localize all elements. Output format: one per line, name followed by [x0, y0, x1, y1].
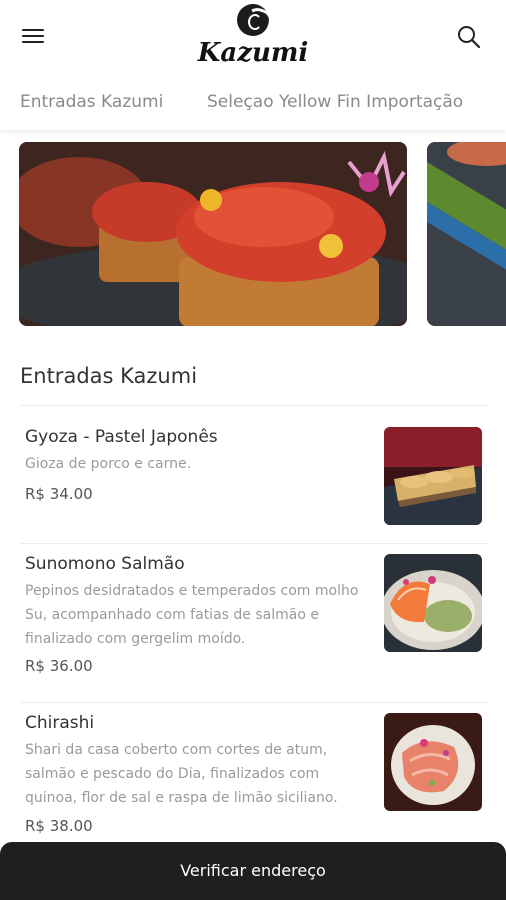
- menu-item-price: R$ 34.00: [25, 485, 93, 503]
- menu-item-price: R$ 38.00: [25, 817, 93, 835]
- verify-address-label: Verificar endereço: [180, 861, 326, 880]
- search-icon[interactable]: [456, 24, 482, 50]
- category-tabs: Entradas Kazumi Seleçao Yellow Fin Impor…: [0, 74, 506, 130]
- tab-entradas-kazumi[interactable]: Entradas Kazumi: [20, 92, 163, 112]
- menu-item-name: Sunomono Salmão: [25, 554, 185, 574]
- menu-item-photo: [384, 713, 482, 811]
- menu-item[interactable]: Chirashi Shari da casa coberto com corte…: [0, 703, 506, 853]
- menu-item-name: Gyoza - Pastel Japonês: [25, 427, 218, 447]
- menu-item-price: R$ 36.00: [25, 657, 93, 675]
- brand-logo: Kazumi: [193, 4, 313, 70]
- menu-item[interactable]: Gyoza - Pastel Japonês Gioza de porco e …: [0, 406, 506, 543]
- promo-banner-image-next[interactable]: [427, 142, 506, 326]
- hamburger-menu-icon[interactable]: [22, 26, 48, 48]
- section-title: Entradas Kazumi: [20, 364, 198, 388]
- menu-item-description: Pepinos desidratados e temperados com mo…: [25, 583, 359, 647]
- menu-item[interactable]: Sunomono Salmão Pepinos desidratados e t…: [0, 544, 506, 702]
- tab-selecao-yellow-fin[interactable]: Seleçao Yellow Fin Importação: [207, 92, 463, 112]
- menu-item-photo: [384, 427, 482, 525]
- menu-item-photo: [384, 554, 482, 652]
- verify-address-button[interactable]: Verificar endereço: [0, 842, 506, 900]
- menu-item-description: Gioza de porco e carne.: [25, 456, 192, 472]
- logo-mark-icon: [237, 4, 269, 36]
- app-header: Kazumi: [0, 0, 506, 74]
- promo-banner-image[interactable]: [19, 142, 407, 326]
- menu-item-name: Chirashi: [25, 713, 95, 733]
- menu-item-description: Shari da casa coberto com cortes de atum…: [25, 742, 338, 806]
- brand-name: Kazumi: [197, 38, 309, 68]
